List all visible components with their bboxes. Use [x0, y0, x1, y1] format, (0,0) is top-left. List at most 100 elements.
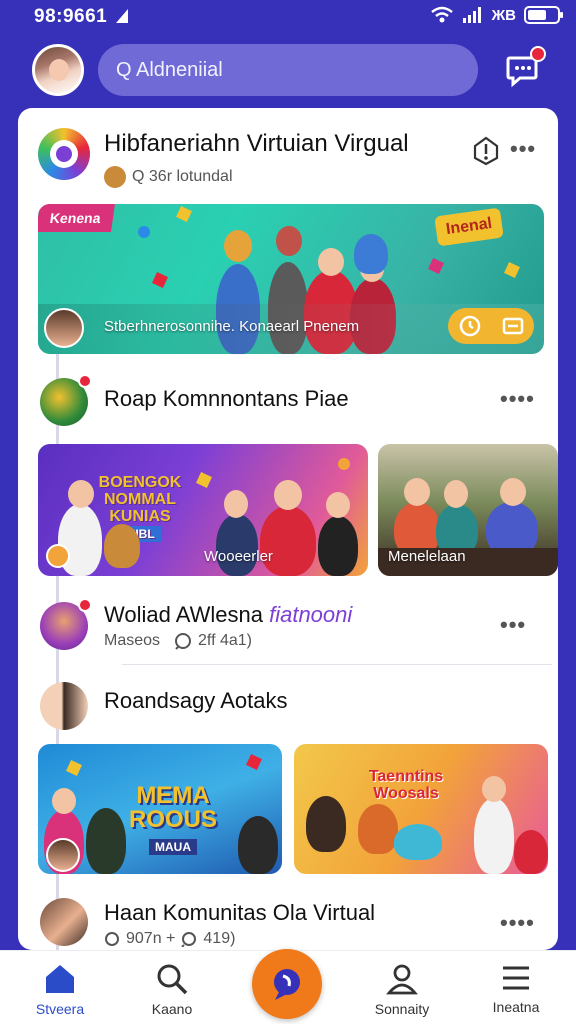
- carrier-label: ЖВ: [491, 6, 516, 24]
- banner-caption: Wooeerler: [204, 548, 273, 565]
- card-icon[interactable]: [502, 316, 524, 336]
- search-bar[interactable]: [98, 44, 478, 96]
- bottom-navigation: Stveera Kaano Sonnaity Ineatna: [0, 949, 576, 1024]
- banner-actions[interactable]: [448, 308, 534, 344]
- messages-button[interactable]: [504, 46, 546, 88]
- feed-title-accent: fiatnooni: [269, 602, 353, 627]
- featured-banner[interactable]: Kenena Inenal Stberhnerosonnihe. Konaear…: [38, 204, 544, 354]
- feed-avatar[interactable]: [40, 682, 88, 730]
- person-head: [444, 480, 468, 508]
- nav-search-label: Kaano: [151, 1001, 193, 1017]
- person-head: [224, 490, 248, 518]
- signal-icon: [462, 7, 481, 23]
- wifi-icon: [430, 6, 453, 23]
- confetti: [176, 206, 192, 222]
- feed-meta-right: 2ff 4a1): [198, 632, 252, 649]
- confetti: [428, 258, 444, 274]
- feed-more-button[interactable]: •••: [500, 612, 526, 638]
- feed-meta: Maseos 2ff 4a1): [104, 632, 252, 650]
- battery-icon: [524, 6, 563, 24]
- person-figure: [216, 514, 258, 576]
- character-figure: [358, 804, 398, 854]
- person-head: [68, 480, 94, 508]
- banner-badge: [46, 544, 70, 568]
- person-head: [482, 776, 506, 802]
- confetti: [152, 272, 168, 288]
- event-banner[interactable]: MEMA ROOUS MAUA: [38, 744, 282, 874]
- nav-community-label: Sonnaity: [374, 1001, 430, 1017]
- person-head: [326, 492, 350, 518]
- chat-compose-icon: [274, 969, 300, 1000]
- feed-title[interactable]: Haan Komunitas Ola Virtual: [104, 900, 375, 926]
- nav-home[interactable]: Stveera: [18, 951, 102, 1024]
- comment-icon: [175, 633, 192, 650]
- person-head: [500, 478, 526, 506]
- notification-badge: [530, 46, 546, 62]
- banner-headline-sub: MAUA: [149, 839, 197, 855]
- nav-search[interactable]: Kaano: [130, 951, 214, 1024]
- feed-more-button[interactable]: ••••: [500, 386, 535, 412]
- nav-menu-label: Ineatna: [492, 999, 540, 1015]
- confetti: [504, 262, 520, 278]
- confetti: [246, 754, 262, 770]
- community-feed-card: Hibfaneriahn Virtuian Virgual Q 36r lotu…: [18, 108, 558, 950]
- create-post-button[interactable]: [252, 949, 322, 1019]
- nav-menu[interactable]: Ineatna: [474, 951, 558, 1024]
- event-banner[interactable]: Taenntins Woosals: [294, 744, 548, 874]
- person-icon: [386, 964, 418, 995]
- profile-avatar[interactable]: [32, 44, 84, 96]
- community-meta: Q 36r lotundal: [104, 166, 233, 188]
- character-figure: [354, 234, 388, 274]
- banner-headline-text: BOENGOK NOMMAL KUNIAS: [98, 474, 182, 525]
- pin-icon[interactable]: [472, 136, 500, 166]
- timer-icon[interactable]: [458, 314, 482, 338]
- feed-more-button[interactable]: ••••: [500, 910, 535, 936]
- banner-tag-right: Inenal: [434, 207, 504, 247]
- person-head: [52, 788, 76, 814]
- person-head: [274, 480, 302, 510]
- person-figure: [86, 808, 126, 874]
- feed-title[interactable]: Woliad AWlesna fiatnooni: [104, 602, 352, 628]
- feed-alert-dot: [78, 598, 92, 612]
- feed-alert-dot: [78, 374, 92, 388]
- community-logo[interactable]: [38, 128, 90, 180]
- banner-caption: Menelelaan: [388, 548, 466, 565]
- feed-avatar[interactable]: [40, 898, 88, 946]
- members-avatar: [104, 166, 126, 188]
- time-icon: [105, 932, 119, 946]
- community-subtitle: Q 36r lotundal: [132, 168, 233, 185]
- nav-community[interactable]: Sonnaity: [358, 951, 446, 1024]
- status-time: 98:9661: [34, 6, 108, 27]
- banner-headline: MEMA ROOUS MAUA: [108, 784, 238, 859]
- community-more-button[interactable]: •••: [510, 136, 536, 162]
- person-head: [276, 226, 302, 256]
- character-figure: [306, 796, 346, 852]
- person-figure: [514, 830, 548, 874]
- feed-meta: 907n + 419): [104, 930, 235, 948]
- feed-meta-left: Maseos: [104, 632, 161, 649]
- divider: [122, 664, 552, 665]
- character-figure: [394, 824, 442, 860]
- event-banner[interactable]: Menelelaan: [378, 444, 558, 576]
- event-banner[interactable]: BOENGOK NOMMAL KUNIAS MIBL Wooeerler: [38, 444, 368, 576]
- menu-icon: [503, 966, 529, 990]
- banner-headline-text: MEMA ROOUS: [128, 782, 217, 833]
- home-icon: [46, 965, 74, 993]
- app-header: [0, 40, 576, 102]
- search-input[interactable]: [116, 58, 416, 82]
- banner-caption: Stberhnerosonnihe. Konaearl Pnenem: [104, 318, 360, 335]
- confetti: [66, 760, 82, 776]
- character-head: [224, 230, 252, 262]
- person-figure: [238, 816, 278, 874]
- person-figure: [318, 516, 358, 576]
- character-figure: [104, 524, 140, 568]
- person-head: [404, 478, 430, 506]
- feed-title[interactable]: Roap Komnnontans Piae: [104, 386, 349, 412]
- status-bar: 98:9661 ЖВ: [0, 0, 576, 34]
- feed-meta-right: 419): [203, 930, 236, 947]
- comment-icon: [181, 932, 197, 947]
- person-figure: [260, 506, 316, 576]
- community-title: Hibfaneriahn Virtuian Virgual: [104, 130, 409, 157]
- banner-headline: Taenntins Woosals: [368, 768, 444, 802]
- section-title[interactable]: Roandsagy Aotaks: [104, 688, 287, 714]
